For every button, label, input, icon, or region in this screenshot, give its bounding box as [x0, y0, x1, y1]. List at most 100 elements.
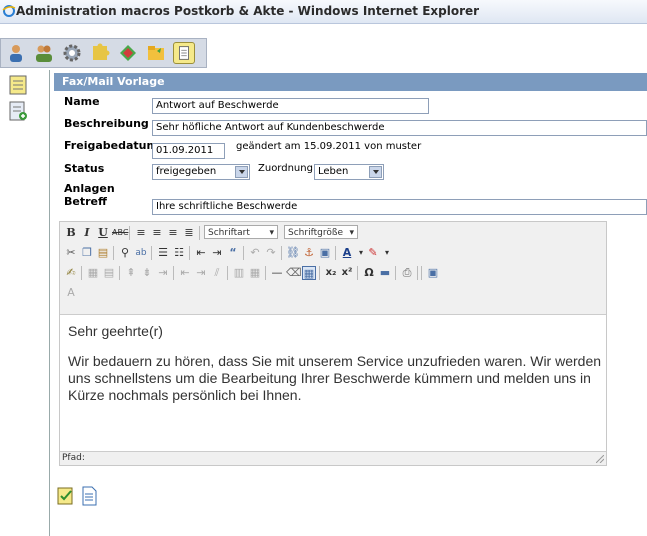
- betreff-input[interactable]: Ihre schriftliche Beschwerde: [152, 199, 647, 215]
- row-insert-icon[interactable]: ⇞: [124, 266, 138, 280]
- text-color-icon[interactable]: A: [340, 246, 354, 260]
- tag-icon[interactable]: [117, 42, 139, 64]
- toolbar-separator: [129, 226, 130, 240]
- toolbar-separator: [81, 266, 82, 280]
- app-toolbar: [0, 24, 647, 70]
- users-icon[interactable]: [33, 42, 55, 64]
- toolbar-separator: [189, 246, 190, 260]
- bullet-list-icon[interactable]: ☰: [156, 246, 170, 260]
- zuordnung-value: Leben: [318, 166, 349, 177]
- indent-icon[interactable]: ⇥: [210, 246, 224, 260]
- left-sidebar: [0, 70, 50, 536]
- italic-icon[interactable]: I: [80, 226, 94, 240]
- cut-icon[interactable]: ✂: [64, 246, 78, 260]
- puzzle-icon[interactable]: [89, 42, 111, 64]
- freigabedatum-input[interactable]: 01.09.2011: [152, 143, 225, 159]
- toolbar-separator: [319, 266, 320, 280]
- toolbar-separator: [227, 266, 228, 280]
- find-icon[interactable]: ⚲: [118, 246, 132, 260]
- subscript-icon[interactable]: x₂: [324, 266, 338, 280]
- font-family-label: Schriftart: [208, 228, 250, 238]
- anlagen-label: Anlagen: [64, 182, 115, 195]
- editor-content[interactable]: Sehr geehrte(r) Wir bedauern zu hören, d…: [60, 314, 606, 452]
- toolbar-separator: [199, 226, 200, 240]
- status-select[interactable]: freigegeben: [152, 164, 250, 180]
- beschreibung-input[interactable]: Sehr höfliche Antwort auf Kundenbeschwer…: [152, 120, 647, 136]
- eraser-icon[interactable]: ⌫: [286, 266, 302, 280]
- image-icon[interactable]: ▣: [318, 246, 332, 260]
- link-icon[interactable]: ⛓: [286, 246, 300, 260]
- editor-toolbar-row-4: A: [60, 284, 608, 302]
- document-icon[interactable]: [80, 486, 98, 506]
- row-split-icon[interactable]: ⇥: [156, 266, 170, 280]
- gear-icon[interactable]: [61, 42, 83, 64]
- window-title: Administration macros Postkorb & Akte - …: [16, 4, 480, 18]
- bold-icon[interactable]: B: [64, 226, 78, 240]
- non-breaking-space-icon[interactable]: ▬: [378, 266, 392, 280]
- paste-icon[interactable]: ▤: [96, 246, 110, 260]
- row-delete-icon[interactable]: ⇟: [140, 266, 154, 280]
- print-icon[interactable]: ⎙: [400, 266, 414, 280]
- editor-toolbar-row-2: ✂ ❐ ▤ ⚲ ab ☰ ☷ ⇤ ⇥ “ ↶ ↷ ⛓ ⚓ ▣ A ▾ ✎ ▾: [60, 244, 608, 262]
- redo-icon[interactable]: ↷: [264, 246, 278, 260]
- highlight-color-icon[interactable]: ✎: [366, 246, 380, 260]
- align-justify-icon[interactable]: ≣: [182, 226, 196, 240]
- chevron-down-icon[interactable]: [369, 166, 382, 178]
- internet-explorer-icon: [2, 5, 16, 17]
- betreff-label: Betreff: [64, 195, 107, 208]
- editor-toolbar-row-1: B I U ABC ≡ ≡ ≡ ≣ Schriftart ▾ Schriftgr…: [60, 224, 608, 242]
- section-header: Fax/Mail Vorlage: [54, 73, 647, 91]
- table-props-icon[interactable]: ▤: [102, 266, 116, 280]
- zuordnung-label: Zuordnung: [258, 163, 313, 174]
- toolbar-separator: [395, 266, 396, 280]
- visual-aid-icon[interactable]: ▦: [302, 266, 316, 280]
- underline-icon[interactable]: U: [96, 226, 110, 240]
- path-label: Pfad:: [62, 453, 85, 463]
- align-center-icon[interactable]: ≡: [150, 226, 164, 240]
- font-size-label: Schriftgröße: [288, 228, 344, 238]
- name-input[interactable]: Antwort auf Beschwerde: [152, 98, 429, 114]
- chevron-down-icon: ▾: [269, 228, 274, 238]
- numbered-list-icon[interactable]: ☷: [172, 246, 186, 260]
- toolbar-separator: [421, 266, 422, 280]
- rich-text-editor: B I U ABC ≡ ≡ ≡ ≣ Schriftart ▾ Schriftgr…: [59, 221, 607, 466]
- edit-check-icon[interactable]: [56, 486, 76, 506]
- strikethrough-icon[interactable]: ABC: [112, 226, 128, 240]
- toolbar-separator: [357, 266, 358, 280]
- blockquote-icon[interactable]: “: [226, 246, 240, 260]
- text-direction-icon[interactable]: A: [64, 286, 78, 300]
- folder-icon[interactable]: [145, 42, 167, 64]
- align-left-icon[interactable]: ≡: [134, 226, 148, 240]
- col-delete-icon[interactable]: ⇥: [194, 266, 208, 280]
- copy-icon[interactable]: ❐: [80, 246, 94, 260]
- font-family-select[interactable]: Schriftart ▾: [204, 225, 278, 239]
- replace-icon[interactable]: ab: [134, 246, 148, 260]
- special-char-icon[interactable]: Ω: [362, 266, 376, 280]
- notepad-add-icon[interactable]: [8, 100, 28, 122]
- align-right-icon[interactable]: ≡: [166, 226, 180, 240]
- zuordnung-select[interactable]: Leben: [314, 164, 384, 180]
- toolbar-separator: [173, 266, 174, 280]
- toolbar-box: [0, 38, 207, 68]
- toolbar-separator: [151, 246, 152, 260]
- font-size-select[interactable]: Schriftgröße ▾: [284, 225, 358, 239]
- resize-grip-icon[interactable]: [596, 455, 604, 463]
- notepad-icon[interactable]: [173, 42, 195, 64]
- chevron-down-icon[interactable]: ▾: [380, 246, 394, 260]
- chevron-down-icon[interactable]: [235, 166, 248, 178]
- split-cells-icon[interactable]: ▦: [248, 266, 262, 280]
- col-insert-icon[interactable]: ⇤: [178, 266, 192, 280]
- superscript-icon[interactable]: x²: [340, 266, 354, 280]
- table-icon[interactable]: ▦: [86, 266, 100, 280]
- status-value: freigegeben: [156, 166, 217, 177]
- notepad-icon[interactable]: [8, 74, 28, 96]
- col-split-icon[interactable]: ⫽: [210, 266, 224, 280]
- fullscreen-icon[interactable]: ▣: [426, 266, 440, 280]
- user-icon[interactable]: [5, 42, 27, 64]
- edit-icon[interactable]: ✍: [64, 266, 78, 280]
- horizontal-rule-icon[interactable]: —: [270, 266, 284, 280]
- merge-cells-icon[interactable]: ▥: [232, 266, 246, 280]
- outdent-icon[interactable]: ⇤: [194, 246, 208, 260]
- anchor-icon[interactable]: ⚓: [302, 246, 316, 260]
- undo-icon[interactable]: ↶: [248, 246, 262, 260]
